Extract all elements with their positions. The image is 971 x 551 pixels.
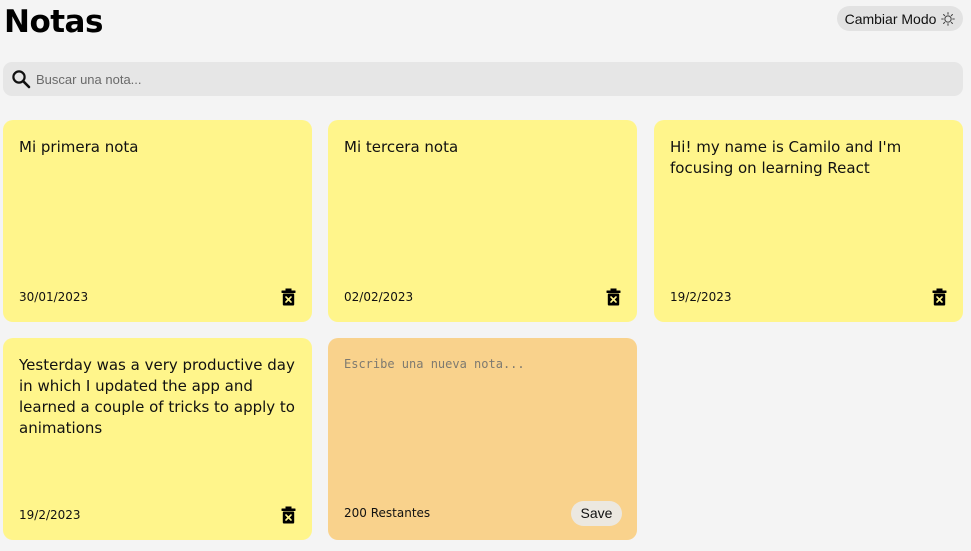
new-note-footer: 200 Restantes Save — [344, 500, 622, 526]
note-text: Yesterday was a very productive day in w… — [19, 356, 295, 437]
search-bar — [3, 62, 963, 96]
note-date: 19/2/2023 — [19, 508, 81, 522]
note-footer: 02/02/2023 — [344, 288, 621, 306]
page-title: Notas — [4, 4, 103, 40]
note-card: Mi tercera nota 02/02/2023 — [328, 120, 637, 322]
delete-note-icon[interactable] — [932, 288, 947, 306]
note-text: Mi primera nota — [19, 138, 139, 156]
note-footer: 19/2/2023 — [19, 506, 296, 524]
toggle-mode-button[interactable]: Cambiar Modo — [837, 6, 963, 31]
new-note-input[interactable] — [344, 355, 622, 485]
save-button[interactable]: Save — [571, 500, 622, 526]
note-text: Hi! my name is Camilo and I'm focusing o… — [670, 138, 902, 177]
remaining-chars-counter: 200 Restantes — [344, 506, 431, 520]
search-input[interactable] — [36, 71, 963, 87]
search-icon — [12, 70, 31, 89]
toggle-mode-label: Cambiar Modo — [844, 10, 937, 27]
delete-note-icon[interactable] — [281, 288, 296, 306]
note-date: 30/01/2023 — [19, 290, 89, 304]
note-card: Hi! my name is Camilo and I'm focusing o… — [654, 120, 963, 322]
sun-icon — [941, 11, 956, 26]
note-footer: 30/01/2023 — [19, 288, 296, 306]
header: Notas Cambiar Modo — [4, 0, 964, 44]
note-text: Mi tercera nota — [344, 138, 459, 156]
delete-note-icon[interactable] — [606, 288, 621, 306]
note-date: 02/02/2023 — [344, 290, 414, 304]
notes-app: Notas Cambiar Modo Buscar una nota... Mi… — [0, 0, 971, 551]
note-date: 19/2/2023 — [670, 290, 732, 304]
note-footer: 19/2/2023 — [670, 288, 947, 306]
note-card: Yesterday was a very productive day in w… — [3, 338, 312, 540]
note-card: Mi primera nota 30/01/2023 — [3, 120, 312, 322]
delete-note-icon[interactable] — [281, 506, 296, 524]
new-note-card: 200 Restantes Save — [328, 338, 637, 540]
